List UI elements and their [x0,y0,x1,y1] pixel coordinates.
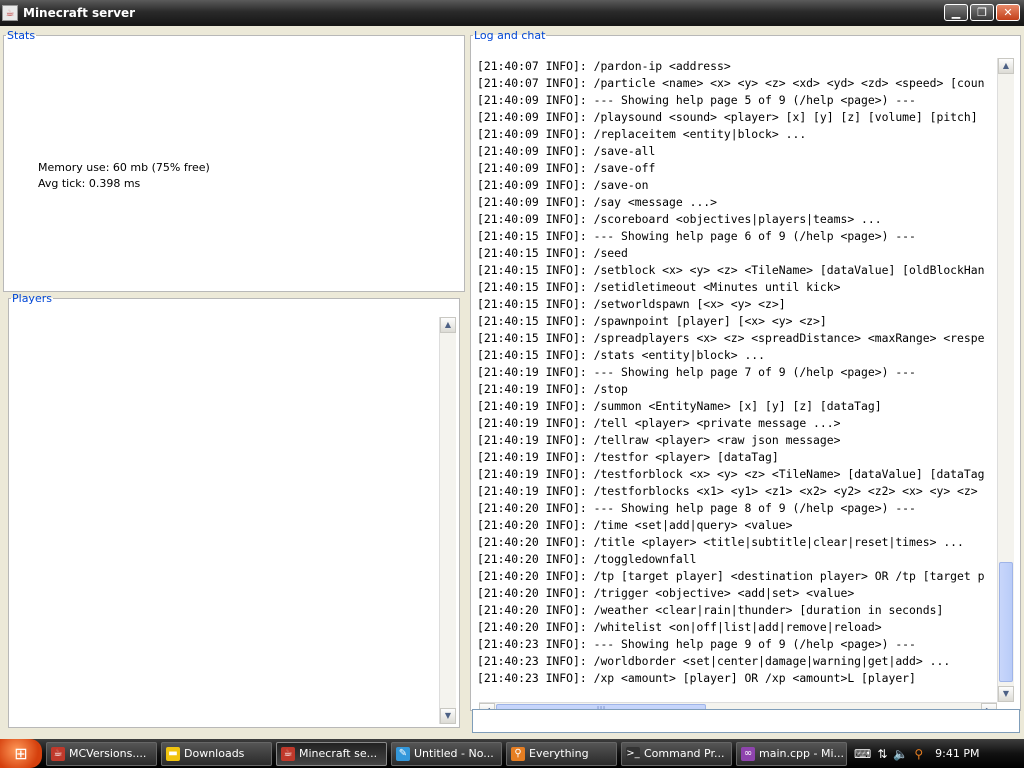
log-line: [21:40:07 INFO]: /pardon-ip <address> [477,59,731,73]
title-bar[interactable]: ☕ Minecraft server ▁ ❐ ✕ [0,0,1024,26]
stats-legend: Stats [7,29,36,42]
log-line: [21:40:19 INFO]: /stop [477,382,628,396]
windows-logo-icon: ⊞ [14,744,28,763]
log-line: [21:40:09 INFO]: /playsound <sound> <pla… [477,110,978,124]
stats-panel: Stats Memory use: 60 mb (75% free) Avg t… [3,29,465,292]
window-controls: ▁ ❐ ✕ [944,4,1020,21]
java-icon: ☕ [51,746,65,761]
taskbar-button-label: Command Pr... [644,747,725,760]
log-line: [21:40:19 INFO]: /testforblocks <x1> <y1… [477,484,978,498]
taskbar-button-label: Downloads [184,747,245,760]
log-panel: Log and chat [21:40:07 INFO]: /pardon-ip… [470,29,1021,719]
taskbar-button[interactable]: ☕ MCVersions.... [46,741,157,766]
players-scrollbar[interactable]: ▲ ▼ [439,317,456,724]
log-legend: Log and chat [474,29,546,42]
window-title: Minecraft server [23,6,136,20]
scroll-thumb[interactable] [999,562,1013,682]
clock[interactable]: 9:41 PM [935,747,979,760]
maximize-button[interactable]: ❐ [970,4,994,21]
taskbar: ⊞ ☕ MCVersions.... ▬ Downloads ☕ Minecraft se… [0,739,1024,768]
log-line: [21:40:09 INFO]: /replaceitem <entity|bl… [477,127,807,141]
taskbar-button[interactable]: ∞ main.cpp - Mi... [736,741,847,766]
taskbar-button[interactable]: ▬ Downloads [161,741,272,766]
visual-studio-icon: ∞ [741,746,755,761]
log-line: [21:40:23 INFO]: --- Showing help page 9… [477,637,916,651]
log-line: [21:40:20 INFO]: /time <set|add|query> <… [477,518,793,532]
scroll-up-button[interactable]: ▲ [998,58,1014,74]
log-line: [21:40:15 INFO]: /setblock <x> <y> <z> <… [477,263,985,277]
log-vertical-scrollbar[interactable]: ▲ ▼ [997,58,1014,702]
scroll-down-button[interactable]: ▼ [440,708,456,724]
start-button[interactable]: ⊞ [0,739,42,768]
log-line: [21:40:20 INFO]: /toggledownfall [477,552,697,566]
network-icon[interactable]: ⇅ [877,747,887,761]
log-line: [21:40:15 INFO]: /spreadplayers <x> <z> … [477,331,985,345]
taskbar-button[interactable]: ☕ Minecraft se... [276,741,387,766]
log-line: [21:40:15 INFO]: /spawnpoint [player] [<… [477,314,827,328]
taskbar-button[interactable]: ✎ Untitled - No... [391,741,502,766]
log-line: [21:40:20 INFO]: /title <player> <title|… [477,535,964,549]
minimize-button[interactable]: ▁ [944,4,968,21]
task-list: ☕ MCVersions.... ▬ Downloads ☕ Minecraft se..… [42,741,847,766]
log-line: [21:40:09 INFO]: /say <message ...> [477,195,718,209]
log-line: [21:40:19 INFO]: /tell <player> <private… [477,416,841,430]
taskbar-button-label: Minecraft se... [299,747,378,760]
log-line: [21:40:23 INFO]: /worldborder <set|cente… [477,654,951,668]
keyboard-icon[interactable]: ⌨ [854,747,871,761]
log-line: [21:40:15 INFO]: /setworldspawn [<x> <y>… [477,297,786,311]
memory-use-label: Memory use: 60 mb (75% free) [38,161,210,174]
avg-tick-label: Avg tick: 0.398 ms [38,177,141,190]
scroll-down-button[interactable]: ▼ [998,686,1014,702]
log-line: [21:40:19 INFO]: /testforblock <x> <y> <… [477,467,985,481]
java-icon: ☕ [281,746,295,761]
system-tray: ⌨ ⇅ 🔈 ⚲ 9:41 PM [854,739,1024,768]
log-line: [21:40:20 INFO]: /tp [target player] <de… [477,569,985,583]
log-line: [21:40:09 INFO]: /save-all [477,144,656,158]
cmd-icon: >_ [626,746,640,761]
log-line: [21:40:15 INFO]: --- Showing help page 6… [477,229,916,243]
log-line: [21:40:19 INFO]: /testfor <player> [data… [477,450,779,464]
log-line: [21:40:20 INFO]: /trigger <objective> <a… [477,586,855,600]
scroll-up-button[interactable]: ▲ [440,317,456,333]
java-icon: ☕ [2,5,18,21]
log-line: [21:40:09 INFO]: /save-off [477,161,656,175]
command-input[interactable] [472,709,1020,733]
taskbar-button-label: Untitled - No... [414,747,494,760]
players-panel: Players ▲ ▼ [8,292,460,728]
log-line: [21:40:19 INFO]: /summon <EntityName> [x… [477,399,882,413]
log-line: [21:40:09 INFO]: --- Showing help page 5… [477,93,916,107]
log-line: [21:40:07 INFO]: /particle <name> <x> <y… [477,76,985,90]
log-line: [21:40:19 INFO]: --- Showing help page 7… [477,365,916,379]
log-line: [21:40:15 INFO]: /seed [477,246,628,260]
players-list[interactable] [11,319,439,724]
search-icon: ⚲ [511,746,525,761]
taskbar-button-label: MCVersions.... [69,747,147,760]
log-line: [21:40:19 INFO]: /tellraw <player> <raw … [477,433,841,447]
notepad-icon: ✎ [396,746,410,761]
search-icon[interactable]: ⚲ [914,747,923,761]
taskbar-button[interactable]: >_ Command Pr... [621,741,732,766]
log-line: [21:40:20 INFO]: /weather <clear|rain|th… [477,603,944,617]
taskbar-button[interactable]: ⚲ Everything [506,741,617,766]
log-line: [21:40:20 INFO]: --- Showing help page 8… [477,501,916,515]
log-line: [21:40:20 INFO]: /whitelist <on|off|list… [477,620,882,634]
taskbar-button-label: main.cpp - Mi... [759,747,844,760]
close-button[interactable]: ✕ [996,4,1020,21]
folder-icon: ▬ [166,746,180,761]
log-line: [21:40:15 INFO]: /setidletimeout <Minute… [477,280,841,294]
volume-icon[interactable]: 🔈 [893,747,908,761]
main-frame: Stats Memory use: 60 mb (75% free) Avg t… [0,26,1024,739]
log-line: [21:40:23 INFO]: /xp <amount> [player] O… [477,671,916,685]
players-legend: Players [12,292,52,305]
log-line: [21:40:09 INFO]: /save-on [477,178,649,192]
log-line: [21:40:15 INFO]: /stats <entity|block> .… [477,348,766,362]
stats-text: Memory use: 60 mb (75% free) Avg tick: 0… [38,160,210,192]
log-line: [21:40:09 INFO]: /scoreboard <objectives… [477,212,882,226]
log-text-area[interactable]: [21:40:07 INFO]: /pardon-ip <address> [21… [477,58,997,702]
taskbar-button-label: Everything [529,747,589,760]
